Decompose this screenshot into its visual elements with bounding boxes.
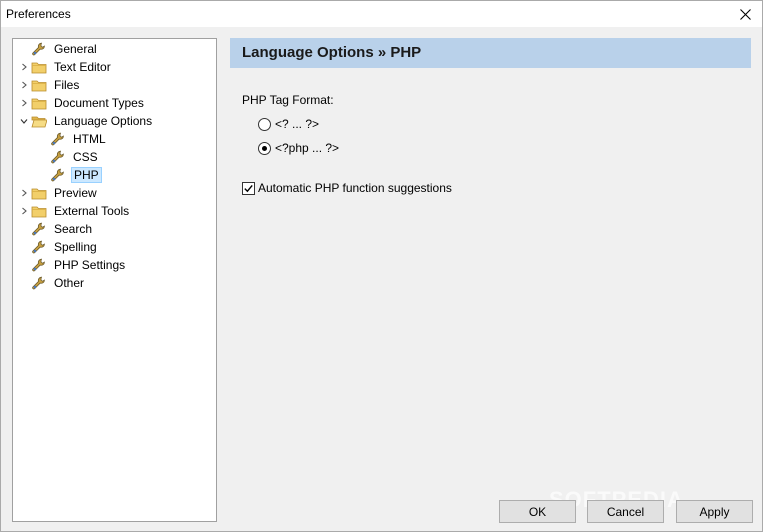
wrench-icon	[30, 257, 48, 273]
function-suggestions-checkbox[interactable]	[242, 182, 255, 195]
chevron-right-icon[interactable]	[18, 76, 30, 94]
full-tag-label[interactable]: <?php ... ?>	[275, 141, 339, 155]
tree-item-general[interactable]: General	[18, 40, 99, 58]
folder-open-icon	[30, 113, 48, 129]
folder-icon	[30, 185, 48, 201]
chevron-right-icon[interactable]	[18, 58, 30, 76]
chevron-down-icon[interactable]	[18, 112, 30, 130]
tree-item-label: Text Editor	[54, 60, 111, 74]
tree-item-html[interactable]: HTML	[37, 130, 108, 148]
preferences-tree[interactable]: General Text Editor Files Document Types Lan…	[12, 38, 217, 522]
tree-item-label: HTML	[73, 132, 106, 146]
tree-item-search[interactable]: Search	[18, 220, 94, 238]
apply-button[interactable]: Apply	[676, 500, 753, 523]
chevron-right-icon[interactable]	[18, 94, 30, 112]
tree-item-php[interactable]: PHP	[37, 166, 102, 184]
tree-item-label: CSS	[73, 150, 98, 164]
full-tag-radio[interactable]	[258, 142, 271, 155]
panel-title: Language Options » PHP	[242, 44, 422, 61]
preferences-window: Preferences General Text Editor Files Docum…	[0, 0, 763, 532]
wrench-icon	[49, 149, 67, 165]
cancel-button[interactable]: Cancel	[587, 500, 664, 523]
wrench-icon	[30, 239, 48, 255]
radio-selected-dot	[262, 146, 267, 151]
chevron-right-icon[interactable]	[18, 184, 30, 202]
function-suggestions-label[interactable]: Automatic PHP function suggestions	[258, 181, 452, 195]
short-tag-radio[interactable]	[258, 118, 271, 131]
wrench-icon	[30, 221, 48, 237]
tree-item-other[interactable]: Other	[18, 274, 86, 292]
ok-button[interactable]: OK	[499, 500, 576, 523]
tree-item-label: External Tools	[54, 204, 130, 218]
wrench-icon	[30, 275, 48, 291]
tree-item-label: Language Options	[54, 114, 153, 128]
tree-item-spelling[interactable]: Spelling	[18, 238, 99, 256]
tree-item-preview[interactable]: Preview	[18, 184, 99, 202]
close-icon	[739, 8, 751, 20]
tree-item-label: PHP	[71, 167, 102, 183]
tree-item-external-tools[interactable]: External Tools	[18, 202, 131, 220]
tree-item-label: Files	[54, 78, 80, 92]
wrench-icon	[49, 131, 67, 147]
folder-icon	[30, 77, 48, 93]
checkmark-icon	[244, 184, 253, 193]
wrench-icon	[49, 167, 67, 183]
tree-item-label: PHP Settings	[54, 258, 126, 272]
panel-header: Language Options » PHP	[230, 38, 751, 68]
tree-item-files[interactable]: Files	[18, 76, 81, 94]
folder-icon	[30, 95, 48, 111]
close-button[interactable]	[728, 1, 762, 27]
folder-icon	[30, 59, 48, 75]
tree-item-language-options[interactable]: Language Options	[18, 112, 154, 130]
wrench-icon	[30, 41, 48, 57]
title-bar: Preferences	[1, 1, 762, 27]
tree-item-label: Preview	[54, 186, 97, 200]
short-tag-label[interactable]: <? ... ?>	[275, 117, 319, 131]
tree-item-label: Search	[54, 222, 93, 236]
window-title: Preferences	[6, 7, 71, 21]
tree-item-document-types[interactable]: Document Types	[18, 94, 146, 112]
tree-item-text-editor[interactable]: Text Editor	[18, 58, 113, 76]
tree-item-label: Other	[54, 276, 85, 290]
tree-item-label: General	[54, 42, 97, 56]
chevron-right-icon[interactable]	[18, 202, 30, 220]
tree-item-php-settings[interactable]: PHP Settings	[18, 256, 127, 274]
folder-icon	[30, 203, 48, 219]
tag-format-label: PHP Tag Format:	[242, 93, 334, 107]
tree-item-css[interactable]: CSS	[37, 148, 100, 166]
tree-item-label: Spelling	[54, 240, 97, 254]
tree-item-label: Document Types	[54, 96, 144, 110]
